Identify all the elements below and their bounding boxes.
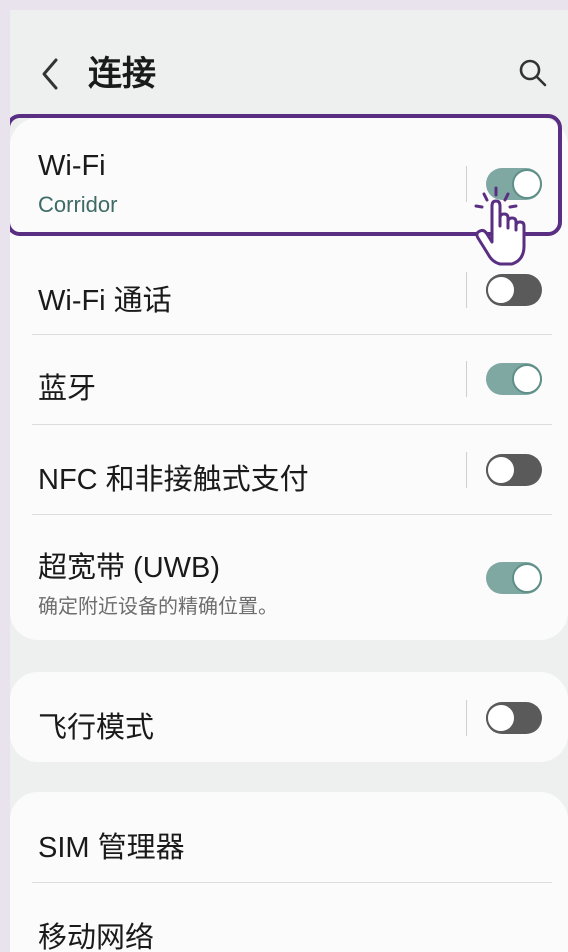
- nfc-row[interactable]: NFC 和非接触式支付: [10, 424, 568, 514]
- search-button[interactable]: [518, 58, 548, 88]
- nfc-toggle[interactable]: [486, 454, 542, 486]
- back-button[interactable]: [38, 54, 64, 94]
- wifi-calling-toggle[interactable]: [486, 274, 542, 306]
- wifi-calling-title: Wi-Fi 通话: [38, 285, 172, 317]
- airplane-row[interactable]: 飞行模式: [10, 672, 568, 762]
- nfc-title: NFC 和非接触式支付: [38, 464, 309, 496]
- separator: [466, 361, 467, 397]
- separator: [466, 700, 467, 736]
- sim-manager-row[interactable]: SIM 管理器: [10, 792, 568, 882]
- sim-manager-title: SIM 管理器: [38, 832, 185, 864]
- airplane-toggle[interactable]: [486, 702, 542, 734]
- separator: [466, 452, 467, 488]
- separator: [466, 272, 467, 308]
- airplane-title: 飞行模式: [38, 712, 155, 744]
- chevron-left-icon: [42, 58, 58, 90]
- mobile-network-row[interactable]: 移动网络: [10, 882, 568, 952]
- page-title: 连接: [88, 55, 156, 93]
- bluetooth-title: 蓝牙: [38, 373, 97, 405]
- mobile-network-title: 移动网络: [38, 922, 155, 952]
- hand-pointer-icon: [474, 186, 526, 266]
- search-icon: [519, 59, 547, 87]
- bluetooth-toggle[interactable]: [486, 363, 542, 395]
- settings-screen: 连接 Wi-Fi Corridor Wi-Fi 通话 蓝牙 NFC 和非接触式支…: [10, 10, 568, 952]
- header: 连接: [10, 10, 568, 120]
- bluetooth-row[interactable]: 蓝牙: [10, 334, 568, 424]
- sim-card-group: SIM 管理器 移动网络: [10, 792, 568, 952]
- uwb-description: 确定附近设备的精确位置。: [38, 596, 278, 618]
- uwb-row[interactable]: 超宽带 (UWB) 确定附近设备的精确位置。: [10, 514, 568, 634]
- uwb-toggle[interactable]: [486, 562, 542, 594]
- uwb-title: 超宽带 (UWB): [38, 552, 221, 584]
- airplane-card: 飞行模式: [10, 672, 568, 762]
